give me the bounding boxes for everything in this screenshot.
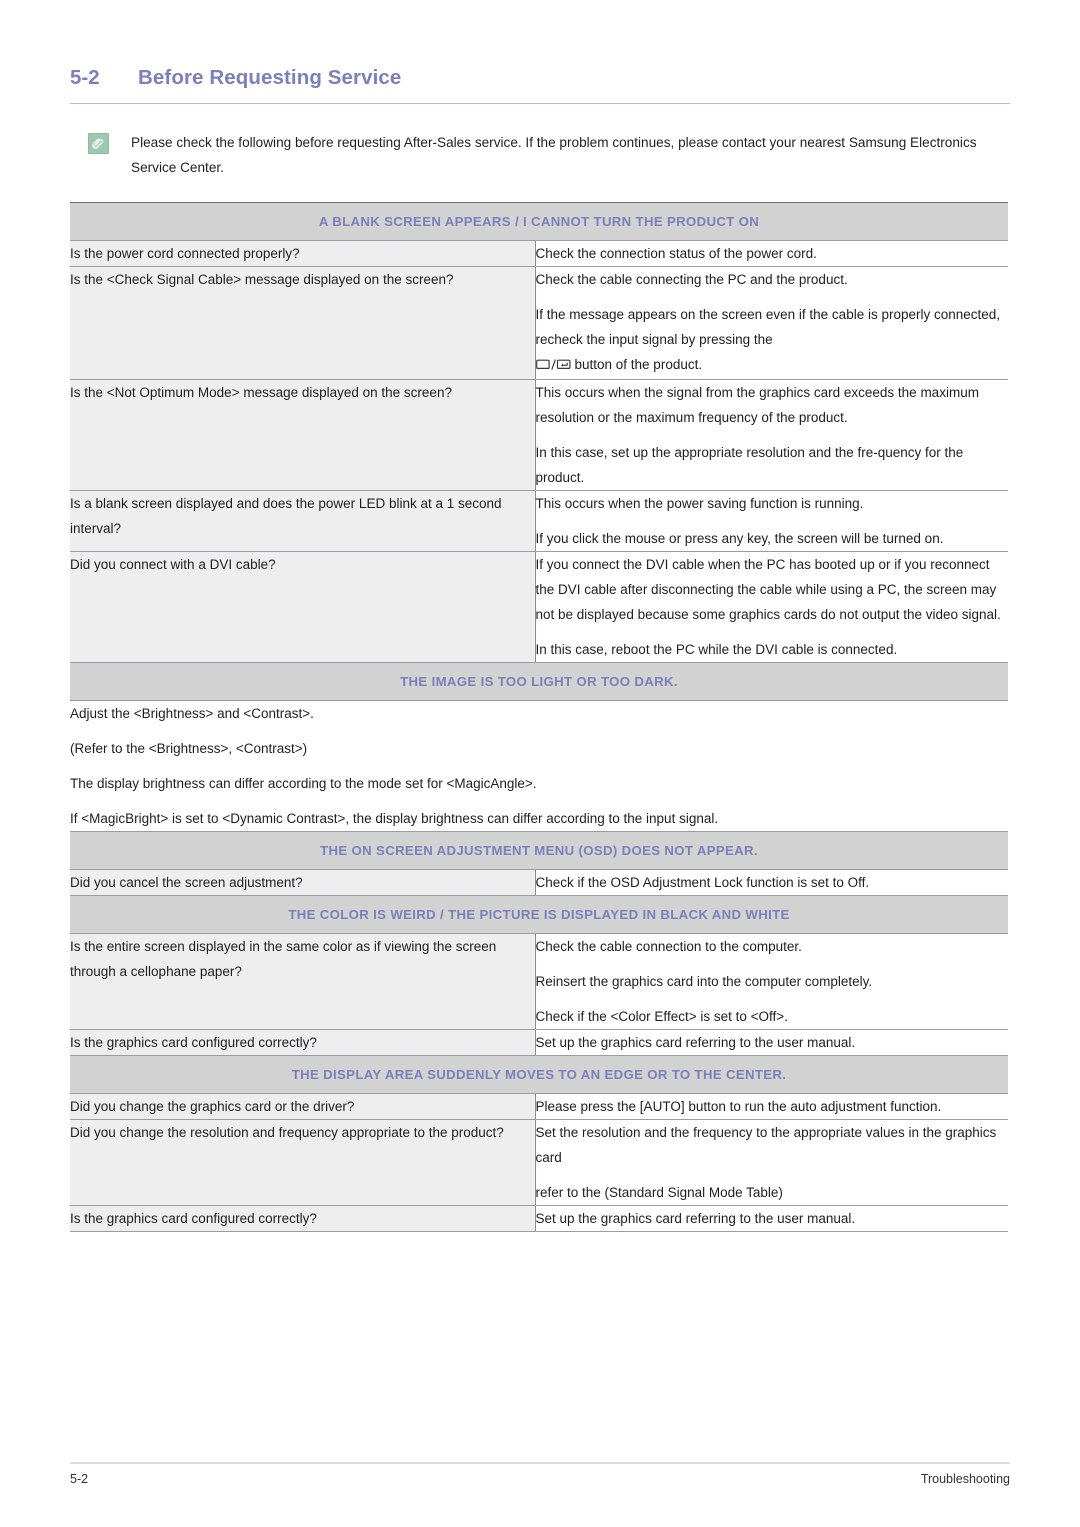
note-block: Please check the following before reques… — [88, 130, 1010, 180]
section-heading: THE IMAGE IS TOO LIGHT OR TOO DARK. — [70, 662, 1009, 701]
question-cell: Is the graphics card configured correctl… — [70, 1205, 536, 1232]
answer-cell: Set up the graphics card referring to th… — [535, 1029, 1009, 1056]
answer-paragraph: Set up the graphics card referring to th… — [535, 1035, 856, 1050]
question-cell: Is the graphics card configured correctl… — [70, 1029, 536, 1056]
table-row: Is a blank screen displayed and does the… — [70, 490, 1009, 552]
question-cell: Did you connect with a DVI cable? — [70, 551, 536, 663]
table-row: Is the <Not Optimum Mode> message displa… — [70, 379, 1009, 491]
answer-paragraph: Check if the <Color Effect> is set to <O… — [535, 1009, 788, 1024]
answer-paragraph: (Refer to the <Brightness>, <Contrast>) — [70, 741, 308, 756]
section-header-row: THE DISPLAY AREA SUDDENLY MOVES TO AN ED… — [70, 1055, 1009, 1094]
troubleshooting-table: A BLANK SCREEN APPEARS / I CANNOT TURN T… — [70, 202, 1009, 1232]
answer-cell: This occurs when the power saving functi… — [535, 490, 1009, 552]
note-paperclip-icon — [88, 133, 109, 154]
table-row: Is the graphics card configured correctl… — [70, 1029, 1009, 1056]
section-header-row: THE COLOR IS WEIRD / THE PICTURE IS DISP… — [70, 895, 1009, 934]
title-divider — [70, 103, 1010, 104]
answer-cell: Set up the graphics card referring to th… — [535, 1205, 1009, 1232]
table-row: Is the graphics card configured correctl… — [70, 1205, 1009, 1232]
answer-paragraph: The display brightness can differ accord… — [70, 776, 537, 791]
answer-paragraph: Check the cable connection to the comput… — [535, 939, 802, 954]
answer-paragraph: Check the cable connecting the PC and th… — [535, 272, 848, 287]
answer-cell: Please press the [AUTO] button to run th… — [535, 1093, 1009, 1120]
document-page: 5-2 Before Requesting Service Please che… — [0, 0, 1080, 1527]
table-row: Did you change the graphics card or the … — [70, 1093, 1009, 1120]
answer-cell: Set the resolution and the frequency to … — [535, 1119, 1009, 1206]
answer-paragraph: Adjust the <Brightness> and <Contrast>. — [70, 706, 314, 721]
question-cell: Did you cancel the screen adjustment? — [70, 869, 536, 896]
page-title-number: 5-2 — [70, 66, 100, 89]
answer-paragraph: Please press the [AUTO] button to run th… — [535, 1099, 942, 1114]
answer-paragraph: Set up the graphics card referring to th… — [535, 1211, 856, 1226]
answer-text: If the message appears on the screen eve… — [535, 307, 1001, 347]
answer-paragraph: If you connect the DVI cable when the PC… — [535, 557, 1001, 622]
question-cell: Is the <Check Signal Cable> message disp… — [70, 266, 536, 380]
note-text: Please check the following before reques… — [131, 135, 977, 175]
section-header-row: THE IMAGE IS TOO LIGHT OR TOO DARK. — [70, 662, 1009, 701]
source-enter-button-icon — [535, 354, 572, 379]
page-title-text: Before Requesting Service — [138, 66, 402, 89]
section-heading: A BLANK SCREEN APPEARS / I CANNOT TURN T… — [70, 202, 1009, 241]
question-cell: Is a blank screen displayed and does the… — [70, 490, 536, 552]
question-cell: Did you change the graphics card or the … — [70, 1093, 536, 1120]
question-cell: Did you change the resolution and freque… — [70, 1119, 536, 1206]
answer-paragraph: Check the connection status of the power… — [535, 246, 817, 261]
question-cell: Is the <Not Optimum Mode> message displa… — [70, 379, 536, 491]
section-header-row: A BLANK SCREEN APPEARS / I CANNOT TURN T… — [70, 202, 1009, 241]
section-heading: THE DISPLAY AREA SUDDENLY MOVES TO AN ED… — [70, 1055, 1009, 1094]
footer-chapter-name: Troubleshooting — [920, 1472, 1010, 1486]
answer-cell: Check the cable connection to the comput… — [535, 933, 1009, 1030]
answer-text: button of the product. — [574, 357, 703, 372]
section-heading: THE ON SCREEN ADJUSTMENT MENU (OSD) DOES… — [70, 831, 1009, 870]
table-row: Did you connect with a DVI cable? If you… — [70, 551, 1009, 663]
page-footer: 5-2 Troubleshooting — [70, 1472, 1010, 1486]
question-cell: Is the power cord connected properly? — [70, 240, 536, 267]
answer-paragraph: If you click the mouse or press any key,… — [535, 531, 944, 546]
question-cell: Is the entire screen displayed in the sa… — [70, 933, 536, 1030]
answer-paragraph: If the message appears on the screen eve… — [536, 302, 1009, 379]
answer-cell: This occurs when the signal from the gra… — [535, 379, 1009, 491]
answer-cell: Check the cable connecting the PC and th… — [535, 266, 1009, 380]
answer-cell: If you connect the DVI cable when the PC… — [535, 551, 1009, 663]
answer-paragraph: This occurs when the power saving functi… — [535, 496, 864, 511]
answer-cell: Check the connection status of the power… — [535, 240, 1009, 267]
table-row: Is the power cord connected properly? Ch… — [70, 240, 1009, 267]
answer-paragraph: Reinsert the graphics card into the comp… — [535, 974, 873, 989]
footer-page-number: 5-2 — [70, 1472, 89, 1486]
answer-paragraph: Check if the OSD Adjustment Lock functio… — [535, 875, 870, 890]
footer-divider — [70, 1462, 1010, 1464]
answer-paragraph: This occurs when the signal from the gra… — [535, 385, 979, 425]
table-row: Did you cancel the screen adjustment? Ch… — [70, 869, 1009, 896]
answer-paragraph: In this case, reboot the PC while the DV… — [535, 642, 898, 657]
section-header-row: THE ON SCREEN ADJUSTMENT MENU (OSD) DOES… — [70, 831, 1009, 870]
answer-cell: Check if the OSD Adjustment Lock functio… — [535, 869, 1009, 896]
answer-paragraph: If <MagicBright> is set to <Dynamic Cont… — [70, 811, 719, 826]
answer-cell: Adjust the <Brightness> and <Contrast>. … — [70, 700, 1009, 832]
answer-paragraph: Set the resolution and the frequency to … — [535, 1125, 997, 1165]
table-row: Adjust the <Brightness> and <Contrast>. … — [70, 700, 1009, 832]
table-row: Did you change the resolution and freque… — [70, 1119, 1009, 1206]
answer-paragraph: In this case, set up the appropriate res… — [535, 445, 964, 485]
section-heading: THE COLOR IS WEIRD / THE PICTURE IS DISP… — [70, 895, 1009, 934]
table-row: Is the entire screen displayed in the sa… — [70, 933, 1009, 1030]
page-title: 5-2 Before Requesting Service — [70, 66, 1010, 90]
table-row: Is the <Check Signal Cable> message disp… — [70, 266, 1009, 380]
answer-paragraph: refer to the (Standard Signal Mode Table… — [535, 1185, 783, 1200]
